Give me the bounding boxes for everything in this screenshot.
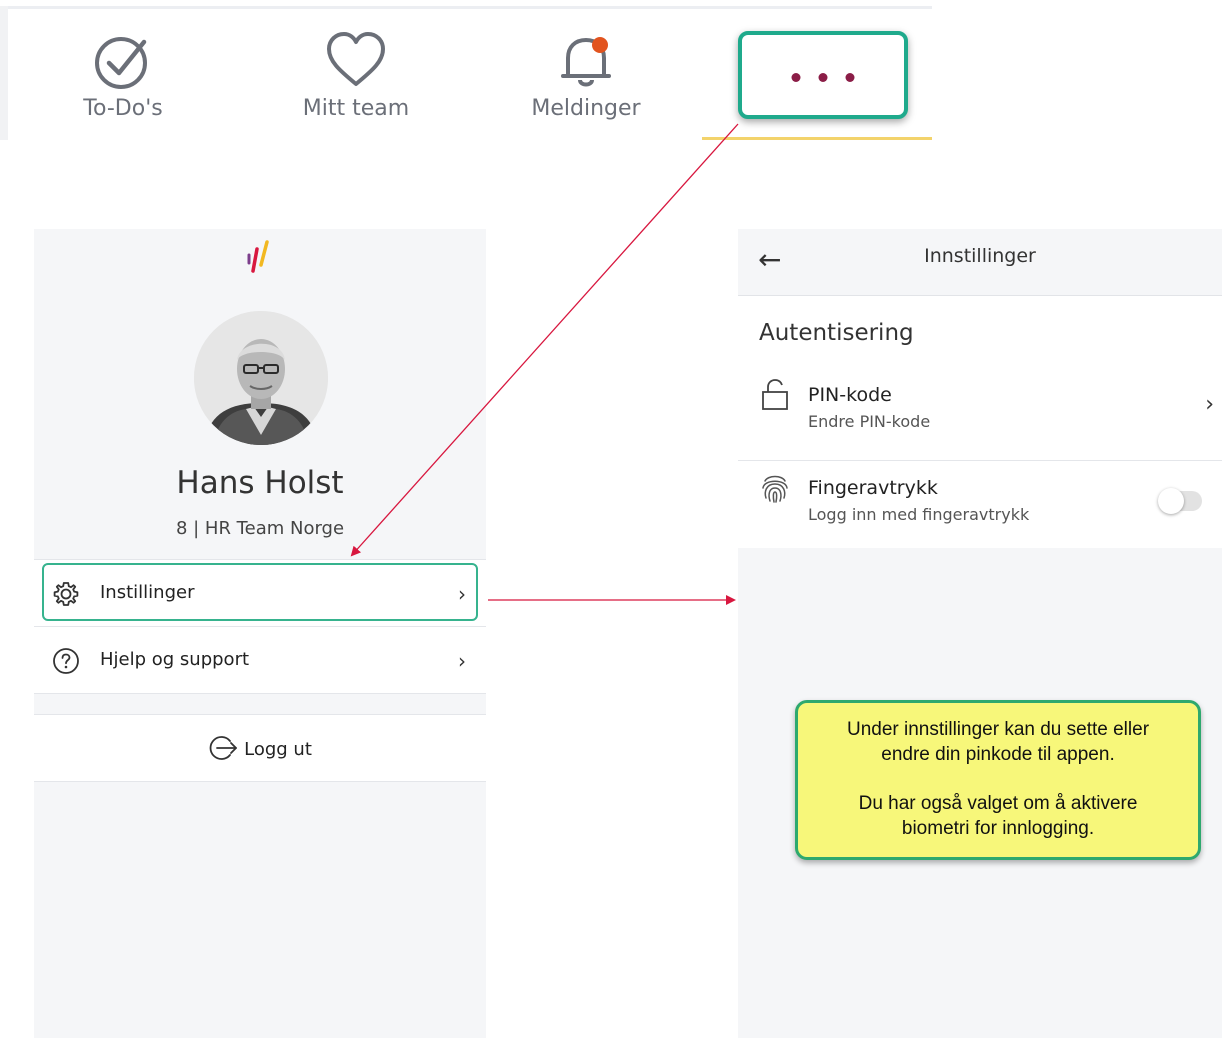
nav-tab-label: To-Do's bbox=[83, 96, 163, 121]
nav-tab-todos[interactable]: To-Do's bbox=[43, 24, 203, 129]
nav-tab-label: Mitt team bbox=[302, 96, 410, 121]
callout-line: biometri for innlogging. bbox=[901, 818, 1095, 839]
pin-code-subtitle: Endre PIN-kode bbox=[808, 412, 931, 431]
profile-menu-screen: Hans Holst 8 | HR Team Norge Instillinge… bbox=[34, 229, 486, 1038]
profile-team: 8 | HR Team Norge bbox=[175, 518, 345, 539]
toggle-knob bbox=[1158, 488, 1184, 514]
settings-screen: ← Innstillinger Autentisering PIN-kode E… bbox=[738, 229, 1222, 1038]
menu-item-hjelp-og-support[interactable]: Hjelp og support › bbox=[34, 626, 486, 694]
avatar bbox=[194, 311, 328, 445]
callout-line: Under innstillinger kan du sette eller bbox=[846, 719, 1150, 740]
callout-line: Du har også valget om å aktivere bbox=[858, 793, 1138, 814]
profile-name: Hans Holst bbox=[176, 465, 344, 501]
settings-header: ← Innstillinger bbox=[738, 229, 1222, 296]
authentication-section: Autentisering PIN-kode Endre PIN-kode › bbox=[738, 296, 1222, 548]
page-title: Innstillinger bbox=[924, 245, 1036, 267]
check-circle-icon bbox=[92, 30, 154, 96]
logout-label: Logg ut bbox=[244, 739, 312, 760]
menu-item-label: Hjelp og support bbox=[100, 649, 250, 670]
bell-icon bbox=[555, 30, 617, 96]
pin-code-item[interactable]: PIN-kode Endre PIN-kode › bbox=[738, 368, 1222, 461]
fingerprint-icon bbox=[760, 471, 790, 509]
chevron-right-icon: › bbox=[458, 649, 466, 673]
fingerprint-item: Fingeravtrykk Logg inn med fingeravtrykk bbox=[738, 461, 1222, 553]
nav-tab-mitt-team[interactable]: Mitt team bbox=[276, 24, 436, 129]
logout-icon bbox=[209, 736, 238, 760]
active-tab-indicator bbox=[702, 137, 932, 140]
chevron-right-icon: › bbox=[1205, 392, 1214, 417]
help-circle-icon bbox=[52, 647, 80, 679]
more-dots-icon bbox=[791, 73, 855, 82]
lock-icon bbox=[760, 378, 790, 416]
nav-left-edge bbox=[0, 6, 8, 140]
callout-line: endre din pinkode til appen. bbox=[881, 744, 1115, 765]
callout-note: Under innstillinger kan du sette eller e… bbox=[795, 700, 1201, 860]
instillinger-highlight bbox=[42, 563, 478, 621]
nav-tab-label: Meldinger bbox=[531, 96, 641, 121]
more-button-highlight[interactable] bbox=[738, 31, 908, 119]
fingerprint-title: Fingeravtrykk bbox=[808, 477, 938, 499]
heart-icon bbox=[325, 30, 387, 96]
logout-button[interactable]: Logg ut bbox=[34, 714, 486, 782]
notification-dot bbox=[592, 37, 608, 53]
pin-code-title: PIN-kode bbox=[808, 384, 892, 406]
nav-tab-meldinger[interactable]: Meldinger bbox=[506, 24, 666, 129]
section-title: Autentisering bbox=[759, 320, 914, 346]
app-logo bbox=[245, 239, 271, 277]
fingerprint-toggle[interactable] bbox=[1158, 488, 1202, 514]
fingerprint-subtitle: Logg inn med fingeravtrykk bbox=[808, 505, 1030, 524]
